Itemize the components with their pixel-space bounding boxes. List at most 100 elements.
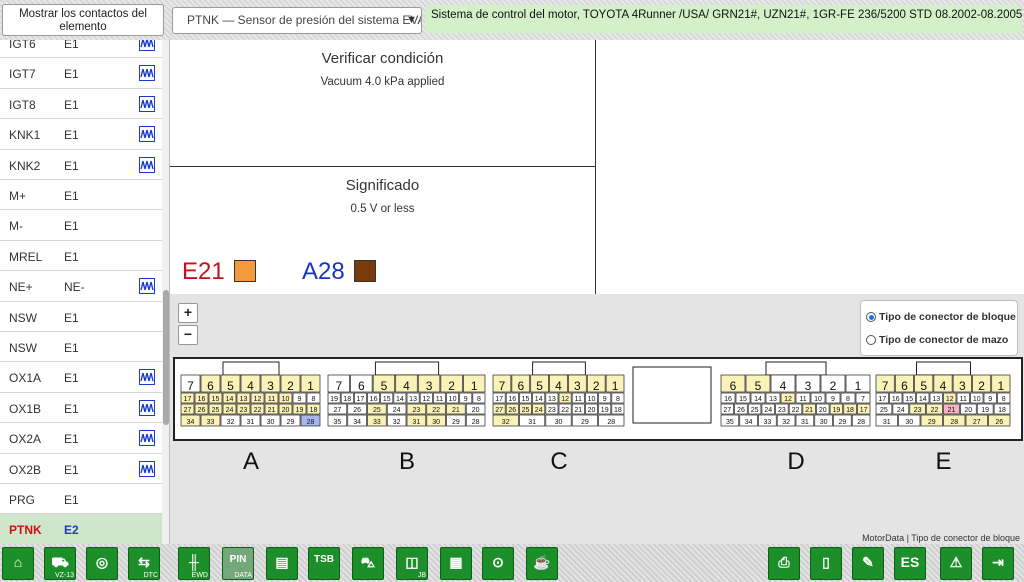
- ewd-button[interactable]: ╫ EWD: [178, 547, 210, 580]
- pin-ground: NE-: [64, 280, 85, 295]
- waveform-icon[interactable]: [139, 95, 155, 112]
- pin-number: 12: [784, 396, 792, 403]
- pin-ground: E1: [64, 310, 79, 325]
- pin-number: 6: [207, 379, 214, 393]
- pin-list-item[interactable]: M- E1: [0, 210, 162, 241]
- pin-number: 2: [830, 379, 837, 393]
- pin-number: 17: [184, 396, 192, 403]
- dtc-button[interactable]: ⇆ DTC: [128, 547, 160, 580]
- connector-latch: [222, 361, 280, 376]
- book-button[interactable]: ▯: [810, 547, 842, 580]
- pin-ground: E1: [64, 462, 79, 477]
- pin-list-item[interactable]: NSW E1: [0, 332, 162, 363]
- block-connector-radio[interactable]: Tipo de conector de bloque: [866, 311, 1016, 323]
- procedure-icon: ▤: [275, 554, 289, 570]
- pin-list-item[interactable]: IGT6 E1: [0, 40, 162, 59]
- waveform-icon[interactable]: [139, 40, 155, 51]
- pin-list-item[interactable]: PRG E1: [0, 484, 162, 515]
- pin-number: 31: [801, 419, 809, 426]
- connector-letter: C: [550, 448, 567, 475]
- pin-number: 29: [287, 419, 295, 426]
- pin-number: 13: [240, 396, 248, 403]
- pin-list-item[interactable]: KNK2 E1: [0, 150, 162, 180]
- pin-number: 5: [920, 379, 927, 393]
- tsb-icon: TSB: [314, 554, 334, 565]
- pin-number: 21: [452, 407, 460, 414]
- waveform-icon[interactable]: [139, 399, 155, 416]
- print-button[interactable]: ⎙: [768, 547, 800, 580]
- vehicle-button[interactable]: ⛟ VZ-13: [44, 547, 76, 580]
- waveform-icon[interactable]: [139, 126, 155, 143]
- exit-button[interactable]: ⇥: [982, 547, 1014, 580]
- pin-list-item[interactable]: M+ E1: [0, 180, 162, 211]
- pin-number: 31: [883, 419, 891, 426]
- warning-light-button[interactable]: ⊙: [482, 547, 514, 580]
- procedure-button[interactable]: ▤: [266, 547, 298, 580]
- pin-name: NSW: [9, 341, 37, 355]
- pin-number: 7: [861, 396, 865, 403]
- zoom-in-button[interactable]: +: [178, 303, 198, 323]
- waveform-icon[interactable]: [139, 369, 155, 386]
- pin-list-item[interactable]: IGT8 E1: [0, 89, 162, 120]
- waveform-icon[interactable]: [139, 460, 155, 477]
- jb-button[interactable]: ◫ JB: [396, 547, 428, 580]
- pin-list-item[interactable]: KNK1 E1: [0, 119, 162, 150]
- tip-button[interactable]: ✎: [852, 547, 884, 580]
- pin-number: 34: [187, 419, 195, 426]
- pin-number: 6: [730, 379, 737, 393]
- pin-ground: E2: [64, 523, 79, 538]
- pin-number: 9: [464, 396, 468, 403]
- pin-list-item[interactable]: NE+ NE-: [0, 271, 162, 302]
- connector-button[interactable]: ▦: [440, 547, 472, 580]
- system-info-banner: Sistema de control del motor, TOYOTA 4Ru…: [425, 5, 1022, 33]
- pin-list-item[interactable]: OX1B E1: [0, 393, 162, 424]
- pin-number: 30: [432, 419, 440, 426]
- pin-list-item[interactable]: NSW E1: [0, 302, 162, 332]
- pin-ground: E1: [64, 158, 79, 173]
- pin-number: 15: [383, 396, 391, 403]
- pin-list-item[interactable]: OX1A E1: [0, 362, 162, 393]
- pin-list-item[interactable]: OX2B E1: [0, 454, 162, 484]
- pin-number: 22: [432, 407, 440, 414]
- pin-number: 28: [950, 419, 958, 426]
- wheel-button[interactable]: ◎: [86, 547, 118, 580]
- show-contacts-button[interactable]: Mostrar los contactos del elemento: [2, 4, 164, 36]
- pin-list-item[interactable]: IGT7 E1: [0, 58, 162, 89]
- pin-number: 10: [973, 396, 981, 403]
- condition-text: Vacuum 4.0 kPa applied: [320, 76, 445, 88]
- ewd-icon: ╫: [189, 554, 199, 570]
- home-button[interactable]: ⌂: [2, 547, 34, 580]
- lift-button[interactable]: ⛍: [352, 547, 384, 580]
- pin-number: 11: [960, 396, 967, 403]
- pin-number: 22: [931, 407, 939, 414]
- waveform-icon[interactable]: [139, 430, 155, 447]
- zoom-out-button[interactable]: −: [178, 325, 198, 345]
- alert-button[interactable]: ⚠: [940, 547, 972, 580]
- scrollbar[interactable]: [162, 40, 169, 544]
- pin-number: 31: [412, 419, 420, 426]
- pin-ground: E1: [64, 432, 79, 447]
- pin-list-item[interactable]: OX2A E1: [0, 423, 162, 454]
- pin-list-item[interactable]: MREL E1: [0, 241, 162, 272]
- connector-latch: [374, 361, 440, 376]
- pin-number: 27: [333, 407, 341, 414]
- oil-button[interactable]: ☕: [526, 547, 558, 580]
- pin-number: 25: [751, 407, 759, 414]
- language-button[interactable]: ES: [894, 547, 926, 580]
- scrollbar-thumb[interactable]: [163, 290, 169, 425]
- pin-number: 12: [946, 396, 954, 403]
- waveform-icon[interactable]: [139, 65, 155, 82]
- sensor-select[interactable]: PTNK — Sensor de presión del sistema EVA…: [172, 7, 422, 34]
- pin-number: 12: [254, 396, 262, 403]
- pin-number: 9: [298, 396, 302, 403]
- pin-data-button[interactable]: PIN DATA: [222, 547, 254, 580]
- waveform-icon[interactable]: [139, 156, 155, 173]
- pin-list-item[interactable]: PTNK E2: [0, 514, 162, 544]
- pin-number: 31: [247, 419, 255, 426]
- tsb-button[interactable]: TSB: [308, 547, 340, 580]
- harness-connector-radio[interactable]: Tipo de conector de mazo: [866, 334, 1008, 346]
- home-icon: ⌂: [13, 554, 23, 570]
- pin-number: 10: [814, 396, 822, 403]
- pin-ground: E1: [64, 40, 79, 51]
- waveform-icon[interactable]: [139, 278, 155, 295]
